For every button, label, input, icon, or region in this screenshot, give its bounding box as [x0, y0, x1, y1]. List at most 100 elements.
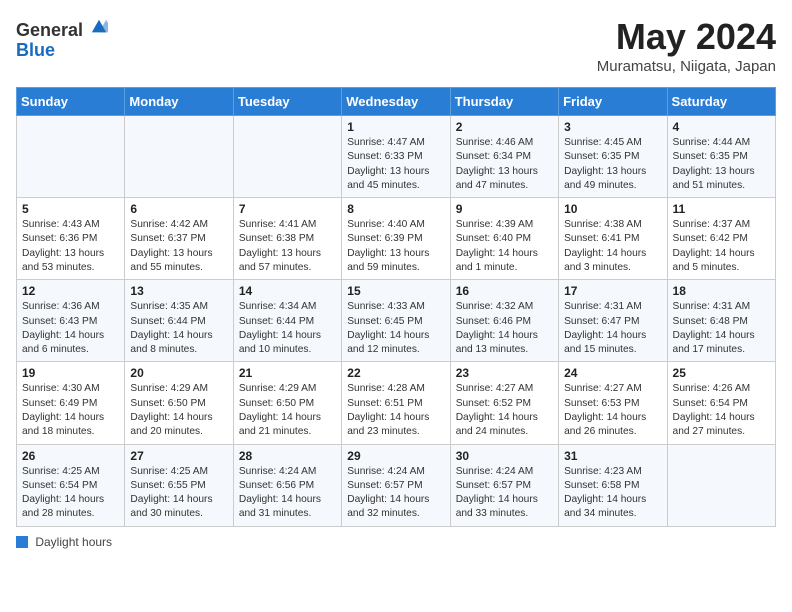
day-info: Sunrise: 4:31 AM Sunset: 6:47 PM Dayligh… [564, 300, 661, 357]
day-number: 25 [673, 366, 770, 380]
day-info: Sunrise: 4:25 AM Sunset: 6:54 PM Dayligh… [22, 465, 119, 522]
day-info: Sunrise: 4:32 AM Sunset: 6:46 PM Dayligh… [456, 300, 553, 357]
calendar-cell: 11Sunrise: 4:37 AM Sunset: 6:42 PM Dayli… [667, 198, 775, 280]
day-number: 8 [347, 202, 444, 216]
page-header: General Blue May 2024 Muramatsu, Niigata… [16, 16, 776, 75]
day-number: 18 [673, 284, 770, 298]
day-info: Sunrise: 4:36 AM Sunset: 6:43 PM Dayligh… [22, 300, 119, 357]
day-number: 7 [239, 202, 336, 216]
day-info: Sunrise: 4:43 AM Sunset: 6:36 PM Dayligh… [22, 218, 119, 275]
calendar-cell: 28Sunrise: 4:24 AM Sunset: 6:56 PM Dayli… [233, 444, 341, 526]
calendar-cell: 20 Sunrise: 4:29 AM Sunset: 6:50 PM Dayli… [125, 362, 233, 444]
day-info: Sunrise: 4:23 AM Sunset: 6:58 PM Dayligh… [564, 465, 661, 522]
day-of-week-header: Sunday [17, 88, 125, 116]
calendar-cell: 26 Sunrise: 4:25 AM Sunset: 6:54 PM Dayli… [17, 444, 125, 526]
day-info: Sunrise: 4:38 AM Sunset: 6:41 PM Dayligh… [564, 218, 661, 275]
day-number: 14 [239, 284, 336, 298]
calendar-cell: 24Sunrise: 4:27 AM Sunset: 6:53 PM Dayli… [559, 362, 667, 444]
calendar-cell: 18 Sunrise: 4:31 AM Sunset: 6:48 PM Dayli… [667, 280, 775, 362]
day-number: 29 [347, 449, 444, 463]
calendar-cell: 4 Sunrise: 4:44 AM Sunset: 6:35 PM Daylig… [667, 116, 775, 198]
day-number: 30 [456, 449, 553, 463]
calendar-cell: 23Sunrise: 4:27 AM Sunset: 6:52 PM Dayli… [450, 362, 558, 444]
calendar-table: SundayMondayTuesdayWednesdayThursdayFrid… [16, 87, 776, 527]
logo-blue: Blue [16, 41, 108, 61]
calendar-cell: 8 Sunrise: 4:40 AM Sunset: 6:39 PM Daylig… [342, 198, 450, 280]
day-info: Sunrise: 4:37 AM Sunset: 6:42 PM Dayligh… [673, 218, 770, 275]
day-info: Sunrise: 4:27 AM Sunset: 6:52 PM Dayligh… [456, 382, 553, 439]
location: Muramatsu, Niigata, Japan [597, 58, 776, 75]
calendar-cell: 14 Sunrise: 4:34 AM Sunset: 6:44 PM Dayli… [233, 280, 341, 362]
calendar-cell: 12 Sunrise: 4:36 AM Sunset: 6:43 PM Dayli… [17, 280, 125, 362]
calendar-cell [125, 116, 233, 198]
day-number: 16 [456, 284, 553, 298]
day-number: 2 [456, 120, 553, 134]
calendar-cell: 9 Sunrise: 4:39 AM Sunset: 6:40 PM Daylig… [450, 198, 558, 280]
day-number: 26 [22, 449, 119, 463]
calendar-cell [233, 116, 341, 198]
day-number: 3 [564, 120, 661, 134]
calendar-week-row: 5 Sunrise: 4:43 AM Sunset: 6:36 PM Daylig… [17, 198, 776, 280]
day-info: Sunrise: 4:30 AM Sunset: 6:49 PM Dayligh… [22, 382, 119, 439]
calendar-cell [667, 444, 775, 526]
day-number: 6 [130, 202, 227, 216]
calendar-cell: 6 Sunrise: 4:42 AM Sunset: 6:37 PM Daylig… [125, 198, 233, 280]
logo: General Blue [16, 16, 108, 61]
calendar-header-row: SundayMondayTuesdayWednesdayThursdayFrid… [17, 88, 776, 116]
calendar-week-row: 26 Sunrise: 4:25 AM Sunset: 6:54 PM Dayli… [17, 444, 776, 526]
day-info: Sunrise: 4:31 AM Sunset: 6:48 PM Dayligh… [673, 300, 770, 357]
day-info: Sunrise: 4:42 AM Sunset: 6:37 PM Dayligh… [130, 218, 227, 275]
day-number: 20 [130, 366, 227, 380]
day-number: 19 [22, 366, 119, 380]
calendar-cell: 19 Sunrise: 4:30 AM Sunset: 6:49 PM Dayli… [17, 362, 125, 444]
calendar-cell [17, 116, 125, 198]
day-of-week-header: Wednesday [342, 88, 450, 116]
calendar-cell: 1Sunrise: 4:47 AM Sunset: 6:33 PM Daylig… [342, 116, 450, 198]
day-info: Sunrise: 4:26 AM Sunset: 6:54 PM Dayligh… [673, 382, 770, 439]
day-of-week-header: Monday [125, 88, 233, 116]
day-info: Sunrise: 4:44 AM Sunset: 6:35 PM Dayligh… [673, 136, 770, 193]
calendar-cell: 22Sunrise: 4:28 AM Sunset: 6:51 PM Dayli… [342, 362, 450, 444]
calendar-cell: 13 Sunrise: 4:35 AM Sunset: 6:44 PM Dayli… [125, 280, 233, 362]
title-block: May 2024 Muramatsu, Niigata, Japan [597, 16, 776, 75]
calendar-cell: 7Sunrise: 4:41 AM Sunset: 6:38 PM Daylig… [233, 198, 341, 280]
day-number: 15 [347, 284, 444, 298]
day-number: 12 [22, 284, 119, 298]
calendar-cell: 31 Sunrise: 4:23 AM Sunset: 6:58 PM Dayli… [559, 444, 667, 526]
calendar-cell: 25 Sunrise: 4:26 AM Sunset: 6:54 PM Dayli… [667, 362, 775, 444]
day-number: 27 [130, 449, 227, 463]
month-title: May 2024 [597, 16, 776, 58]
day-number: 5 [22, 202, 119, 216]
day-of-week-header: Friday [559, 88, 667, 116]
calendar-cell: 21Sunrise: 4:29 AM Sunset: 6:50 PM Dayli… [233, 362, 341, 444]
day-info: Sunrise: 4:29 AM Sunset: 6:50 PM Dayligh… [239, 382, 336, 439]
calendar-cell: 30 Sunrise: 4:24 AM Sunset: 6:57 PM Dayli… [450, 444, 558, 526]
day-info: Sunrise: 4:27 AM Sunset: 6:53 PM Dayligh… [564, 382, 661, 439]
day-info: Sunrise: 4:39 AM Sunset: 6:40 PM Dayligh… [456, 218, 553, 275]
day-number: 9 [456, 202, 553, 216]
logo-text: General Blue [16, 16, 108, 61]
day-info: Sunrise: 4:24 AM Sunset: 6:57 PM Dayligh… [456, 465, 553, 522]
day-info: Sunrise: 4:29 AM Sunset: 6:50 PM Dayligh… [130, 382, 227, 439]
day-info: Sunrise: 4:25 AM Sunset: 6:55 PM Dayligh… [130, 465, 227, 522]
day-number: 4 [673, 120, 770, 134]
day-info: Sunrise: 4:40 AM Sunset: 6:39 PM Dayligh… [347, 218, 444, 275]
day-number: 1 [347, 120, 444, 134]
day-number: 10 [564, 202, 661, 216]
day-info: Sunrise: 4:28 AM Sunset: 6:51 PM Dayligh… [347, 382, 444, 439]
day-info: Sunrise: 4:33 AM Sunset: 6:45 PM Dayligh… [347, 300, 444, 357]
footer-dot [16, 536, 28, 548]
logo-icon [90, 18, 108, 36]
calendar-cell: 29Sunrise: 4:24 AM Sunset: 6:57 PM Dayli… [342, 444, 450, 526]
calendar-cell: 16 Sunrise: 4:32 AM Sunset: 6:46 PM Dayli… [450, 280, 558, 362]
day-of-week-header: Thursday [450, 88, 558, 116]
day-of-week-header: Tuesday [233, 88, 341, 116]
day-info: Sunrise: 4:35 AM Sunset: 6:44 PM Dayligh… [130, 300, 227, 357]
day-info: Sunrise: 4:34 AM Sunset: 6:44 PM Dayligh… [239, 300, 336, 357]
calendar-cell: 2 Sunrise: 4:46 AM Sunset: 6:34 PM Daylig… [450, 116, 558, 198]
day-number: 31 [564, 449, 661, 463]
day-number: 28 [239, 449, 336, 463]
day-info: Sunrise: 4:46 AM Sunset: 6:34 PM Dayligh… [456, 136, 553, 193]
day-number: 13 [130, 284, 227, 298]
footer-label: Daylight hours [35, 535, 112, 549]
